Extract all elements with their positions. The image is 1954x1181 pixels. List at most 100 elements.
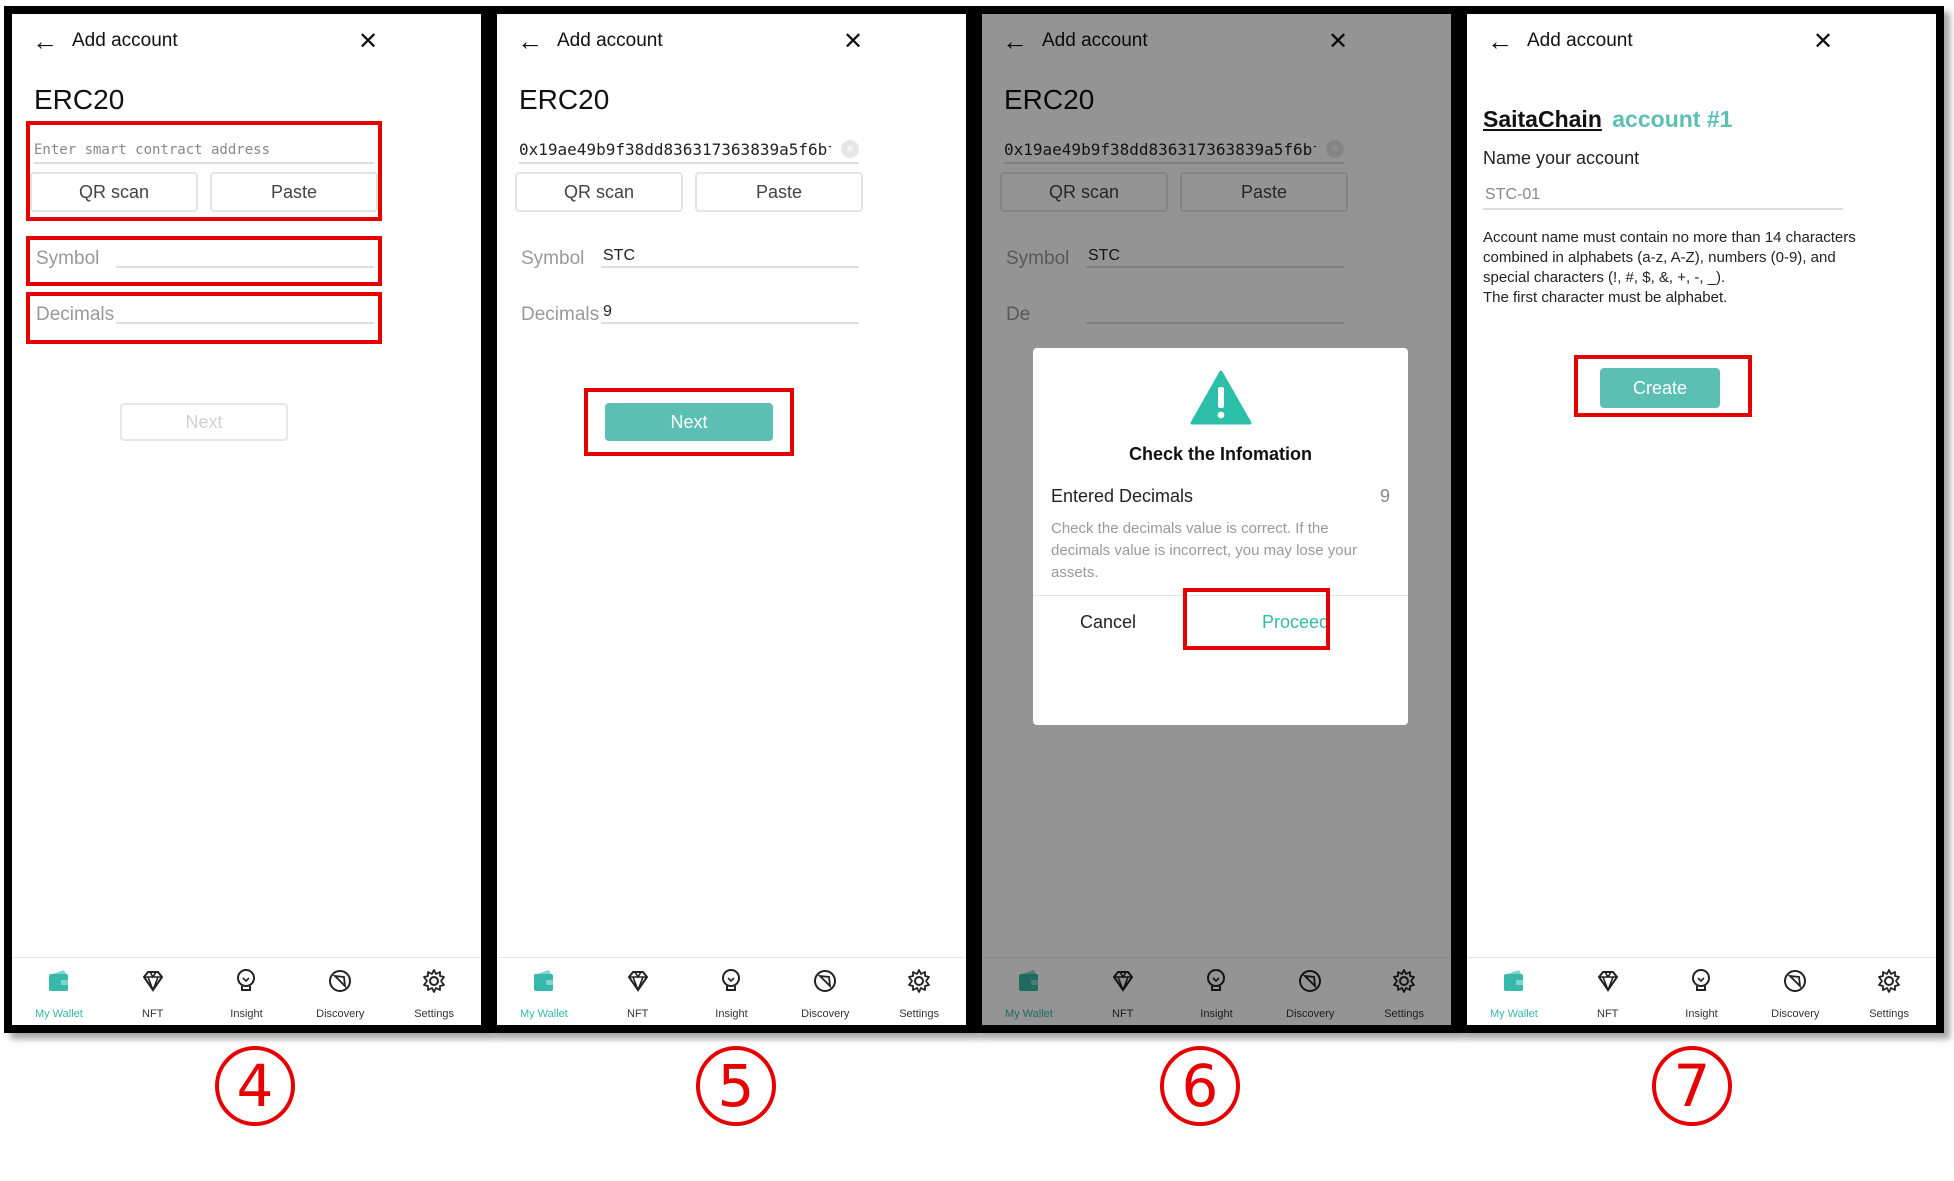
- nav-label: NFT: [627, 1008, 649, 1020]
- bottom-nav: My Wallet NFT Insight Discovery Settings: [497, 957, 966, 1025]
- nav-item-insight[interactable]: Insight: [200, 958, 294, 1025]
- wallet-icon: [44, 966, 74, 1001]
- compass-icon: [325, 966, 355, 1001]
- paste-button[interactable]: Paste: [695, 172, 863, 212]
- nav-item-discovery[interactable]: Discovery: [778, 958, 872, 1025]
- nav-label: Insight: [715, 1008, 748, 1020]
- decimals-value: 9: [603, 303, 612, 320]
- qr-scan-button[interactable]: QR scan: [515, 172, 683, 212]
- bulb-icon: [716, 966, 746, 1001]
- account-heading: SaitaChain account #1: [1483, 106, 1732, 133]
- nav-label: Discovery: [316, 1008, 365, 1020]
- close-icon[interactable]: ✕: [1813, 30, 1833, 54]
- warning-icon: [1190, 370, 1252, 425]
- screen-step-7: ← Add account ✕ SaitaChain account #1 Na…: [1459, 6, 1944, 1033]
- compass-icon: [810, 966, 840, 1001]
- wallet-icon: [1499, 966, 1529, 1001]
- highlight-decimals-box: [26, 292, 382, 344]
- header-title: Add account: [1527, 30, 1633, 51]
- header-title: Add account: [557, 30, 663, 51]
- cancel-button[interactable]: Cancel: [1033, 612, 1183, 633]
- bottom-nav: My Wallet NFT Insight Discovery Settings: [1467, 957, 1936, 1025]
- gear-icon: [419, 966, 449, 1001]
- screen-step-4: ← Add account ✕ ERC20 Enter smart contra…: [4, 6, 489, 1033]
- gear-icon: [1874, 966, 1904, 1001]
- highlight-create-box: [1574, 355, 1752, 417]
- diamond-icon: [623, 966, 653, 1001]
- nav-item-settings[interactable]: Settings: [387, 958, 481, 1025]
- back-arrow-icon[interactable]: ←: [1487, 28, 1513, 54]
- nav-label: Discovery: [1771, 1008, 1820, 1020]
- back-arrow-icon[interactable]: ←: [32, 28, 58, 54]
- decimals-input[interactable]: 9: [601, 302, 859, 324]
- contract-address-input[interactable]: 0x19ae49b9f38dd836317363839a5f6bfbfa7...…: [519, 130, 859, 164]
- token-type-title: ERC20: [34, 84, 125, 115]
- nav-item-my-wallet[interactable]: My Wallet: [497, 958, 591, 1025]
- clear-input-icon[interactable]: ×: [841, 140, 859, 158]
- next-button-disabled[interactable]: Next: [120, 403, 288, 441]
- screen-step-6: ← Add account ✕ ERC20 0x19ae49b9f38dd836…: [974, 6, 1459, 1033]
- symbol-label: Symbol: [521, 248, 585, 269]
- nav-item-nft[interactable]: NFT: [106, 958, 200, 1025]
- bulb-icon: [1686, 966, 1716, 1001]
- nav-item-insight[interactable]: Insight: [685, 958, 779, 1025]
- close-icon[interactable]: ✕: [358, 30, 378, 54]
- back-arrow-icon[interactable]: ←: [517, 28, 543, 54]
- close-icon[interactable]: ✕: [843, 30, 863, 54]
- contract-address-value: 0x19ae49b9f38dd836317363839a5f6bfbfa7...: [519, 140, 831, 159]
- diamond-icon: [138, 966, 168, 1001]
- nav-label: Insight: [1685, 1008, 1718, 1020]
- symbol-input[interactable]: STC: [601, 246, 859, 268]
- decimals-label: Decimals: [521, 304, 600, 325]
- dialog-note: Check the decimals value is correct. If …: [1051, 520, 1357, 581]
- entered-decimals-value: 9: [1379, 486, 1390, 506]
- nav-label: My Wallet: [34, 1008, 83, 1020]
- nav-label: Insight: [230, 1008, 263, 1020]
- rule-line: special characters (!, #, $, &, +, -, _)…: [1483, 269, 1726, 286]
- dialog-title: Check the Infomation: [1128, 444, 1312, 464]
- account-number: account #1: [1612, 106, 1733, 132]
- highlight-proceed-box: [1183, 588, 1330, 650]
- nav-item-settings[interactable]: Settings: [1842, 958, 1936, 1025]
- rule-line: Account name must contain no more than 1…: [1483, 229, 1856, 246]
- symbol-value: STC: [603, 247, 635, 264]
- step-number-6: 6: [1160, 1046, 1240, 1126]
- nav-label: Settings: [899, 1008, 939, 1020]
- highlight-next-box: [584, 388, 794, 456]
- highlight-address-box: [26, 121, 382, 221]
- nav-item-discovery[interactable]: Discovery: [293, 958, 387, 1025]
- nav-item-my-wallet[interactable]: My Wallet: [12, 958, 106, 1025]
- entered-decimals-label: Entered Decimals: [1051, 486, 1194, 506]
- gear-icon: [904, 966, 934, 1001]
- header-title: Add account: [72, 30, 178, 51]
- diamond-icon: [1593, 966, 1623, 1001]
- account-name-input[interactable]: STC-01: [1483, 182, 1843, 210]
- nav-item-discovery[interactable]: Discovery: [1748, 958, 1842, 1025]
- check-information-dialog: Check the Infomation Entered Decimals 9 …: [1033, 348, 1408, 725]
- nav-item-my-wallet[interactable]: My Wallet: [1467, 958, 1561, 1025]
- nav-label: Settings: [414, 1008, 454, 1020]
- nav-label: Discovery: [801, 1008, 850, 1020]
- name-account-label: Name your account: [1483, 148, 1640, 168]
- nav-label: My Wallet: [1489, 1008, 1538, 1020]
- rule-line: The first character must be alphabet.: [1483, 289, 1728, 306]
- account-name-rules: Account name must contain no more than 1…: [1483, 228, 1856, 308]
- bulb-icon: [231, 966, 261, 1001]
- token-type-title: ERC20: [519, 84, 610, 115]
- nav-item-nft[interactable]: NFT: [591, 958, 685, 1025]
- nav-label: Settings: [1869, 1008, 1909, 1020]
- nav-label: NFT: [142, 1008, 164, 1020]
- chain-name: SaitaChain: [1483, 106, 1602, 132]
- nav-item-nft[interactable]: NFT: [1561, 958, 1655, 1025]
- screen-step-5: ← Add account ✕ ERC20 0x19ae49b9f38dd836…: [489, 6, 974, 1033]
- compass-icon: [1780, 966, 1810, 1001]
- bottom-nav: My Wallet NFT Insight Discovery Settings: [12, 957, 481, 1025]
- rule-line: combined in alphabets (a-z, A-Z), number…: [1483, 249, 1836, 266]
- nav-label: NFT: [1597, 1008, 1619, 1020]
- nav-item-settings[interactable]: Settings: [872, 958, 966, 1025]
- step-number-5: 5: [696, 1046, 776, 1126]
- step-number-4: 4: [215, 1046, 295, 1126]
- highlight-symbol-box: [26, 236, 382, 286]
- wallet-icon: [529, 966, 559, 1001]
- nav-item-insight[interactable]: Insight: [1655, 958, 1749, 1025]
